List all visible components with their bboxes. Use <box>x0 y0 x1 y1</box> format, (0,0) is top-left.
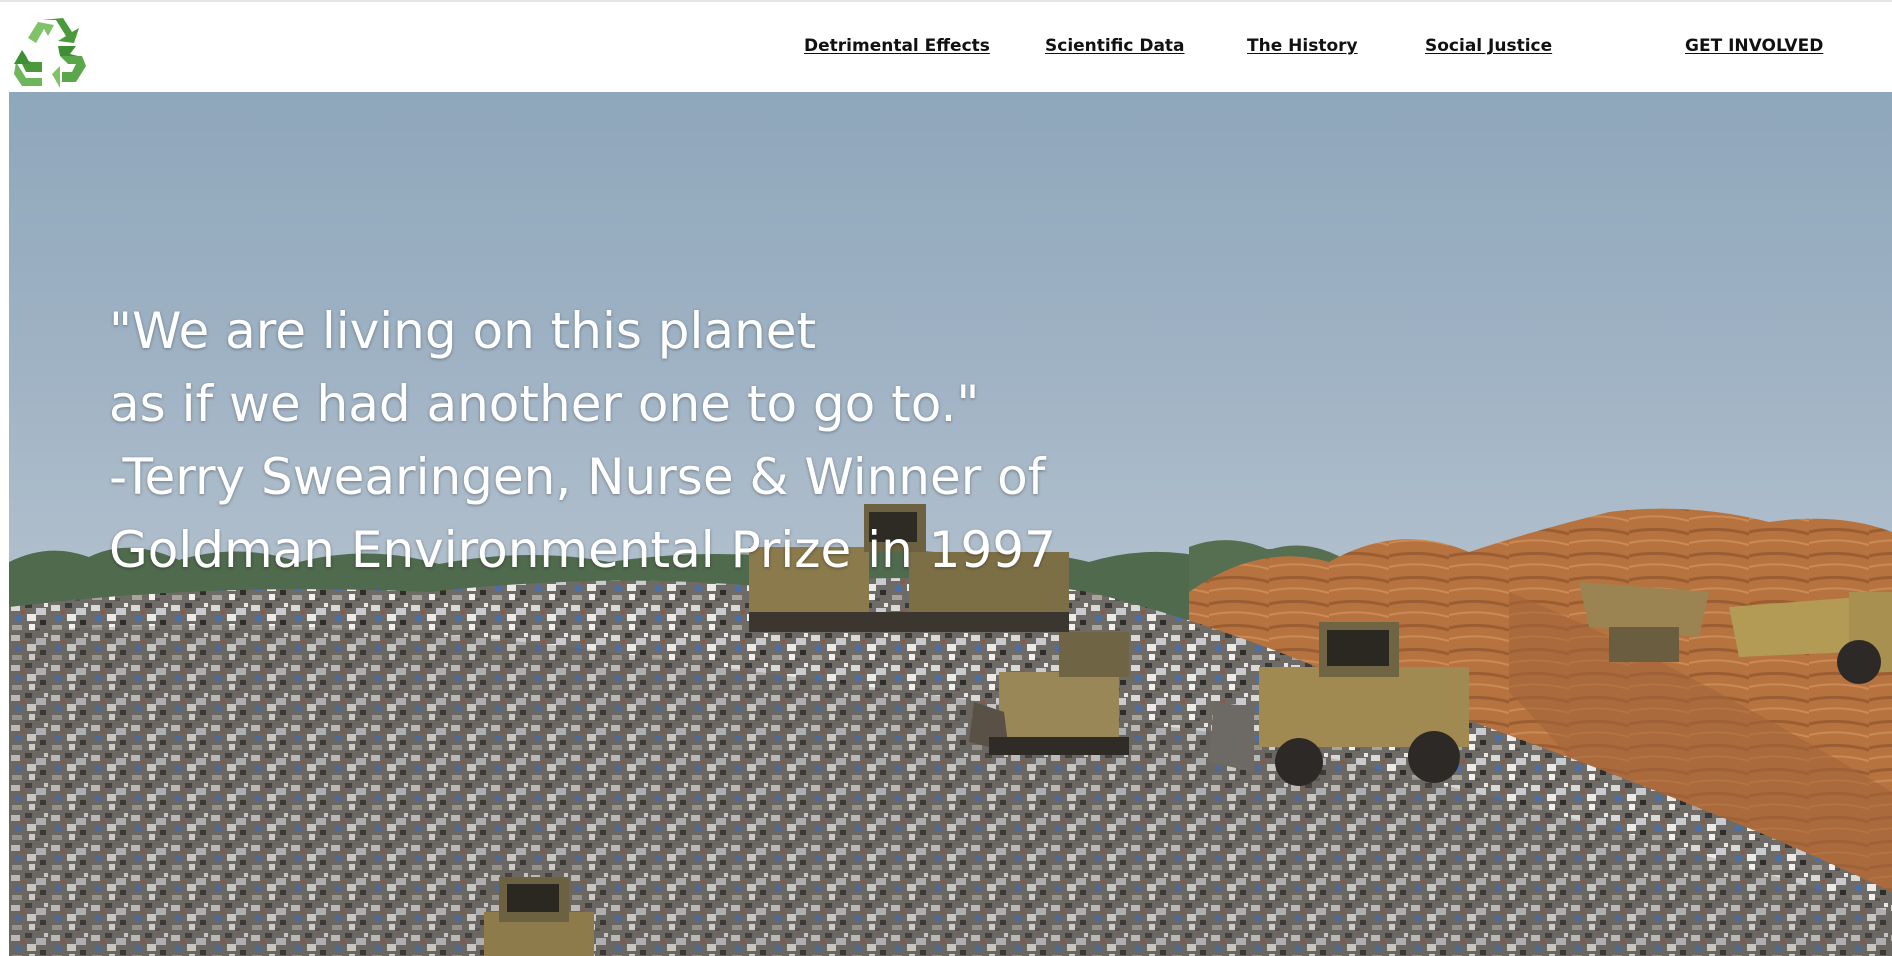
nav-social-justice[interactable]: Social Justice <box>1425 36 1552 56</box>
nav-the-history[interactable]: The History <box>1247 36 1358 56</box>
nav-scientific-data[interactable]: Scientific Data <box>1045 36 1185 56</box>
quote-line-1: "We are living on this planet <box>109 302 817 360</box>
quote-line-2: as if we had another one to go to." <box>109 375 980 433</box>
hero-banner: "We are living on this planet as if we h… <box>9 92 1892 956</box>
hero-quote: "We are living on this planet as if we h… <box>109 295 1109 587</box>
quote-attribution: -Terry Swearingen, Nurse & Winner of <box>109 448 1046 506</box>
navigation-bar: Detrimental Effects Scientific Data The … <box>0 2 1892 92</box>
recycle-icon[interactable] <box>12 16 86 88</box>
nav-get-involved[interactable]: GET INVOLVED <box>1685 36 1823 56</box>
nav-detrimental-effects[interactable]: Detrimental Effects <box>804 36 990 56</box>
quote-attribution-2: Goldman Environmental Prize in 1997 <box>109 521 1056 579</box>
